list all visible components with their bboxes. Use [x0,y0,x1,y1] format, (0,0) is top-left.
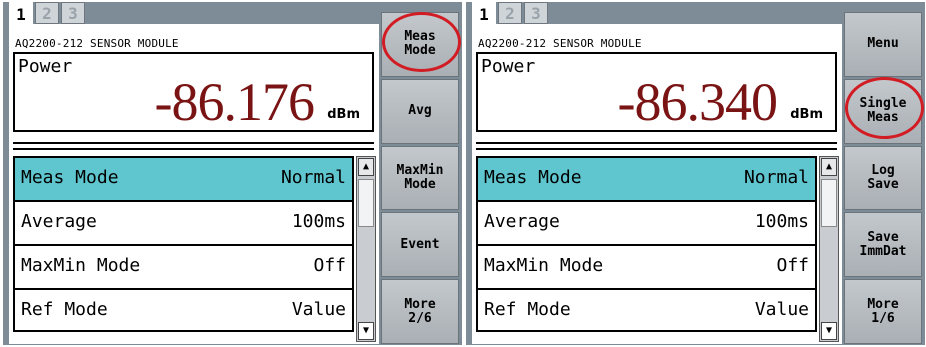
setting-row-average[interactable]: Average 100ms [13,200,354,244]
setting-label: Meas Mode [21,167,119,188]
setting-label: Ref Mode [484,299,571,320]
instrument-screen-left: 1 2 3 AQ2200-212 SENSOR MODULE Power -86… [3,2,462,345]
setting-label: Ref Mode [21,299,108,320]
setting-value: 100ms [291,211,346,232]
setting-value: Normal [280,167,346,188]
setting-value: Off [313,255,346,276]
divider [476,148,837,150]
scroll-down-arrow-icon[interactable]: ▼ [358,322,374,340]
module-title: AQ2200-212 SENSOR MODULE [478,37,642,50]
setting-row-meas-mode[interactable]: Meas Mode Normal [476,156,817,200]
settings-scrollbar[interactable]: ▲ ▼ [356,156,376,342]
scroll-thumb[interactable] [358,179,374,227]
softkey-more[interactable]: More 2/6 [381,279,459,344]
setting-value: 100ms [754,211,809,232]
settings-list: Meas Mode Normal Average 100ms MaxMin Mo… [13,156,354,332]
setting-value: Value [754,299,809,320]
softkey-column: Menu Single Meas Log Save Save ImmDat Mo… [844,12,922,344]
softkey-log-save[interactable]: Log Save [844,145,922,211]
tab-2[interactable]: 2 [498,2,522,24]
settings-list: Meas Mode Normal Average 100ms MaxMin Mo… [476,156,817,332]
divider [476,142,837,144]
softkey-column: Meas Mode Avg MaxMin Mode Event More 2/6 [381,12,459,344]
divider [13,142,374,144]
tab-3[interactable]: 3 [524,2,548,24]
module-content: AQ2200-212 SENSOR MODULE Power -86.340 d… [472,24,842,344]
scroll-down-arrow-icon[interactable]: ▼ [821,322,837,340]
readout-unit: dBm [327,107,360,122]
setting-row-ref-mode[interactable]: Ref Mode Value [476,288,817,332]
softkey-save-immdat[interactable]: Save ImmDat [844,212,922,278]
softkey-more[interactable]: More 1/6 [844,279,922,344]
tab-3[interactable]: 3 [61,2,85,24]
softkey-menu[interactable]: Menu [844,12,922,77]
module-tabs: 1 2 3 [472,2,550,26]
softkey-single-meas[interactable]: Single Meas [844,78,922,144]
power-readout: Power -86.176 dBm [13,52,374,132]
settings-scrollbar[interactable]: ▲ ▼ [819,156,839,342]
setting-row-meas-mode[interactable]: Meas Mode Normal [13,156,354,200]
softkey-meas-mode[interactable]: Meas Mode [381,12,459,77]
setting-value: Value [291,299,346,320]
tab-1[interactable]: 1 [9,2,33,26]
scroll-up-arrow-icon[interactable]: ▲ [358,158,374,176]
readout-label: Power [481,56,536,77]
setting-label: MaxMin Mode [21,255,141,276]
readout-value: -86.176 [154,72,315,132]
softkey-maxmin-mode[interactable]: MaxMin Mode [381,145,459,211]
setting-label: Average [484,211,560,232]
setting-value: Normal [743,167,809,188]
divider [13,148,374,150]
setting-label: Average [21,211,97,232]
readout-value: -86.340 [617,72,778,132]
instrument-screen-right: 1 2 3 AQ2200-212 SENSOR MODULE Power -86… [466,2,925,345]
power-readout: Power -86.340 dBm [476,52,837,132]
setting-label: Meas Mode [484,167,582,188]
setting-row-maxmin-mode[interactable]: MaxMin Mode Off [476,244,817,288]
setting-label: MaxMin Mode [484,255,604,276]
module-title: AQ2200-212 SENSOR MODULE [15,37,179,50]
scroll-up-arrow-icon[interactable]: ▲ [821,158,837,176]
setting-row-ref-mode[interactable]: Ref Mode Value [13,288,354,332]
setting-value: Off [776,255,809,276]
module-tabs: 1 2 3 [9,2,87,26]
setting-row-maxmin-mode[interactable]: MaxMin Mode Off [13,244,354,288]
readout-unit: dBm [790,107,823,122]
tab-1[interactable]: 1 [472,2,496,26]
softkey-event[interactable]: Event [381,212,459,278]
scroll-thumb[interactable] [821,179,837,227]
readout-label: Power [18,56,73,77]
module-content: AQ2200-212 SENSOR MODULE Power -86.176 d… [9,24,379,344]
tab-2[interactable]: 2 [35,2,59,24]
softkey-avg[interactable]: Avg [381,78,459,144]
setting-row-average[interactable]: Average 100ms [476,200,817,244]
